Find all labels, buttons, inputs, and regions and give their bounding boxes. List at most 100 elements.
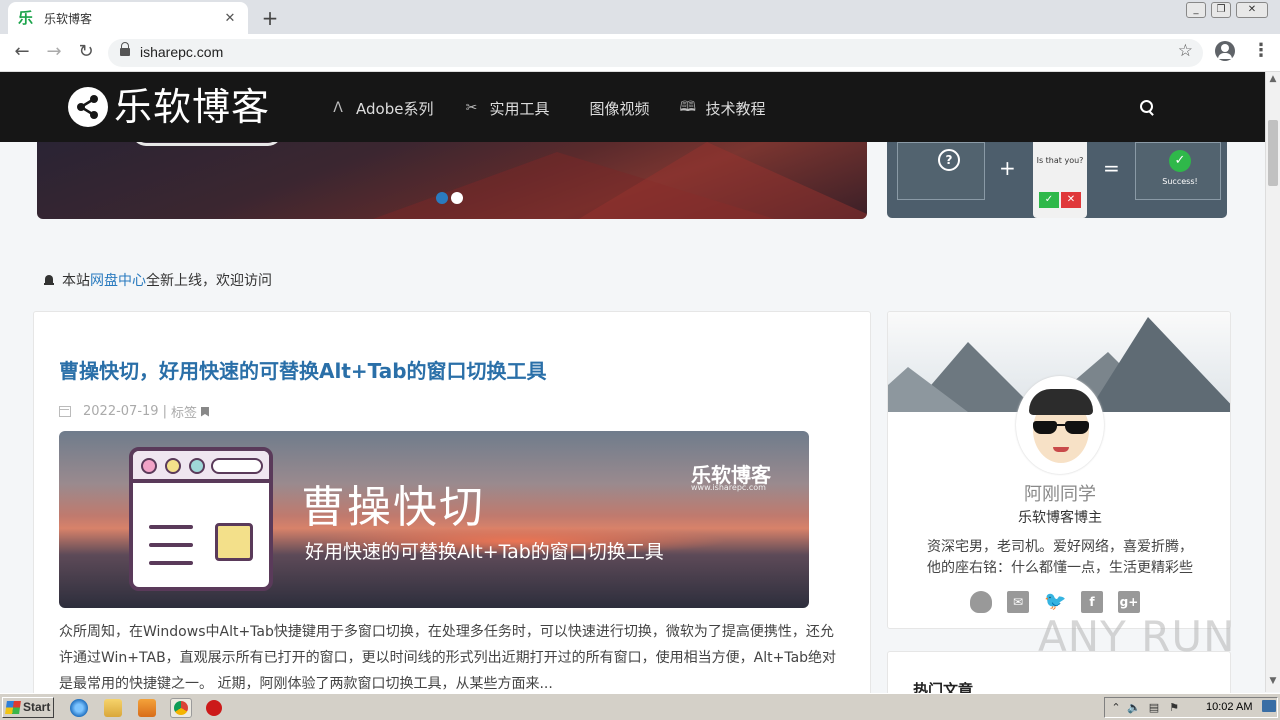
restore-button[interactable]: ❐ [1211,2,1231,18]
windows-taskbar: Start ⌃ 🔈 ▤ ⚑ 10:02 AM [0,693,1280,720]
author-profile-card: 阿刚同学 乐软博客博主 资深宅男，老司机。爱好网络，喜爱折腾， 他的座右铭：什么… [887,311,1231,629]
chrome-icon [174,701,188,715]
author-avatar[interactable] [1016,376,1104,474]
author-role: 乐软博客博主 [1018,510,1102,526]
tools-icon: ✂ [465,100,478,116]
site-favicon-icon: 乐 [18,9,34,27]
internet-explorer-icon[interactable] [70,699,88,717]
forward-button[interactable]: → [42,41,66,65]
captcha-panel: ? [897,142,985,200]
nav-item-tools[interactable]: ✂ 实用工具 [463,96,550,120]
url-text: isharepc.com [140,44,224,60]
network-icon[interactable]: ▤ [1147,701,1161,714]
browser-tab-strip: 乐 乐软博客 ✕ + _ ❐ ✕ [0,0,1280,34]
adobe-icon: Λ [333,100,343,116]
new-tab-button[interactable]: + [260,6,280,30]
meta-separator: | [162,404,167,419]
window-dot [141,458,157,474]
banner-slider[interactable] [37,142,867,219]
captcha-ad-banner[interactable]: ? + Is that you? ✓ ✕ = ✓ Success! [887,142,1227,218]
main-nav: Λ Adobe系列 ✂ 实用工具 图像视频 🕮 技术教程 [330,96,796,120]
article-thumbnail[interactable]: 曹操快切 好用快速的可替换Alt+Tab的窗口切换工具 乐软博客 www.ish… [59,431,809,608]
qq-icon[interactable] [970,591,992,613]
window-dot [165,458,181,474]
ink-mountain [888,367,968,412]
media-player-icon[interactable] [138,699,156,717]
nav-item-adobe[interactable]: Λ Adobe系列 [330,96,433,120]
nav-label: Adobe系列 [356,99,434,118]
scroll-thumb[interactable] [1268,120,1278,186]
google-plus-icon[interactable]: g+ [1118,591,1140,613]
start-button[interactable]: Start [2,697,54,718]
notice-link[interactable]: 网盘中心 [90,270,146,290]
address-bar[interactable]: isharepc.com ☆ [108,39,1203,67]
reload-button[interactable]: ↻ [74,41,98,65]
window-titlebar [133,451,269,483]
plus-sign: + [999,156,1016,180]
browser-tab[interactable]: 乐 乐软博客 ✕ [8,2,248,34]
article-date: 2022-07-19 [83,404,159,419]
tab-close-icon[interactable]: ✕ [222,11,238,26]
twitter-icon[interactable]: 🐦 [1044,591,1066,613]
window-line [149,561,193,565]
nav-label: 技术教程 [705,99,766,118]
site-logo[interactable]: 乐软博客 [68,86,270,128]
ink-mountain [1088,317,1230,412]
site-search-icon[interactable] [1140,100,1154,114]
minimize-button[interactable]: _ [1186,2,1206,18]
equals-sign: = [1103,156,1120,180]
system-tray: ⌃ 🔈 ▤ ⚑ 10:02 AM [1104,697,1278,718]
nav-item-image-video[interactable]: 图像视频 [589,96,649,120]
window-square [215,523,253,561]
bio-line: 他的座右铭：什么都懂一点，生活更精彩些 [927,560,1193,576]
tray-expand-icon[interactable]: ⌃ [1109,701,1123,714]
show-desktop-icon[interactable] [1262,700,1276,712]
window-line [149,543,193,547]
avatar-mouth [1053,447,1069,452]
scroll-up-arrow-icon[interactable]: ▲ [1266,74,1280,84]
slider-dot[interactable] [451,192,463,204]
bookmark-star-icon[interactable]: ☆ [1178,41,1193,61]
thumbnail-subtitle: 好用快速的可替换Alt+Tab的窗口切换工具 [305,541,664,563]
flag-icon[interactable]: ⚑ [1167,701,1181,714]
article-tag-label[interactable]: 标签 [171,402,197,421]
notice-prefix: 本站 [62,273,90,289]
nav-item-tutorials[interactable]: 🕮 技术教程 [679,96,765,120]
captcha-phone: Is that you? ✓ ✕ [1033,142,1087,218]
anyrun-watermark: ANY RUN [1038,612,1236,661]
nav-label: 实用工具 [489,99,550,118]
book-icon: 🕮 [679,99,696,115]
email-icon[interactable]: ✉ [1007,591,1029,613]
scroll-down-arrow-icon[interactable]: ▼ [1266,676,1280,686]
browser-toolbar: ← → ↻ isharepc.com ☆ [0,34,1280,72]
cross-icon: ✕ [1061,192,1081,208]
chrome-taskbar-button[interactable] [170,698,192,718]
window-close-button[interactable]: ✕ [1236,2,1268,18]
facebook-icon[interactable]: f [1081,591,1103,613]
article-excerpt: 众所周知，在Windows中Alt+Tab快捷键用于多窗口切换，在处理多任务时，… [59,624,837,692]
folder-icon[interactable] [104,699,122,717]
taskbar-clock: 10:02 AM [1206,701,1253,713]
avatar-sunglasses [1033,421,1057,434]
notice-suffix: 全新上线，欢迎访问 [146,273,272,289]
back-button[interactable]: ← [10,41,34,65]
page-scrollbar[interactable]: ▲ ▼ [1265,72,1280,692]
banner-button-outline [132,142,282,146]
account-icon[interactable] [1215,41,1235,61]
alert-app-icon[interactable] [206,700,222,716]
volume-icon[interactable]: 🔈 [1127,701,1141,714]
avatar-glasses-bridge [1057,424,1065,426]
window-dot [189,458,205,474]
question-icon: ? [938,149,960,171]
slider-dot-active[interactable] [436,192,448,204]
browser-menu-icon[interactable]: ⋮ [1252,40,1270,61]
article-card: 曹操快切，好用快速的可替换Alt+Tab的窗口切换工具 2022-07-19 |… [33,311,871,711]
tab-title: 乐软博客 [44,11,93,26]
author-bio: 资深宅男，老司机。爱好网络，喜爱折腾， 他的座右铭：什么都懂一点，生活更精彩些 [888,537,1230,579]
article-title[interactable]: 曹操快切，好用快速的可替换Alt+Tab的窗口切换工具 [59,355,547,384]
article-meta: 2022-07-19 | 标签 [59,402,209,421]
window-pill [211,458,263,474]
window-line [149,525,193,529]
calendar-icon [59,406,71,417]
nav-label: 图像视频 [589,99,650,118]
